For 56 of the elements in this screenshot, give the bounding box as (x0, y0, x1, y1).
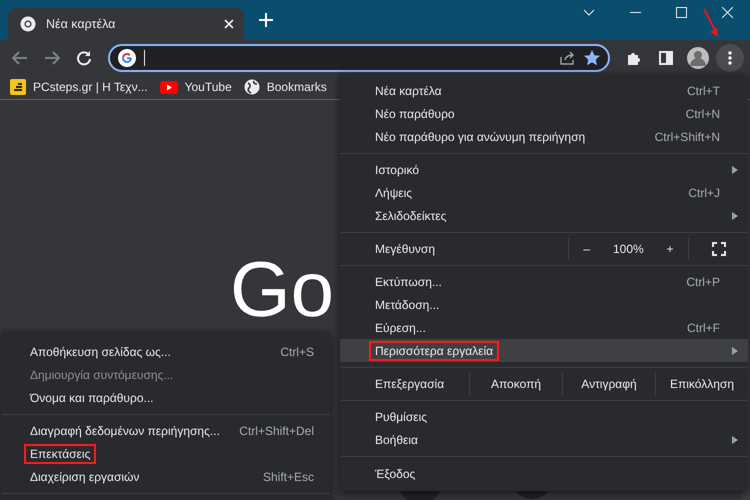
tab-title: Νέα καρτέλα (46, 17, 116, 31)
menu-item[interactable]: Περισσότερα εργαλεία (340, 339, 748, 362)
bookmark[interactable]: PCsteps.gr | Η Τεχν... (10, 79, 148, 95)
menu-item[interactable]: Νέο παράθυρο Ctrl+N (340, 102, 748, 126)
back-icon[interactable] (12, 50, 28, 64)
zoom-level: 100% (612, 242, 644, 256)
close-icon[interactable] (722, 6, 732, 18)
zoom-in-button[interactable]: + (660, 242, 680, 256)
submenu-arrow-icon (732, 436, 738, 444)
edit-button[interactable]: Επικόλληση (655, 372, 748, 395)
menu-item[interactable]: Εύρεση... Ctrl+F (340, 316, 748, 340)
menu-item[interactable]: Αποθήκευση σελίδας ως... Ctrl+S (2, 341, 330, 364)
menu-item[interactable]: Μετάδοση... (340, 294, 748, 316)
share-icon[interactable] (560, 50, 576, 64)
menu-item[interactable]: Λήψεις Ctrl+J (340, 182, 748, 204)
side-panel-icon[interactable] (659, 50, 674, 64)
zoom-out-button[interactable]: – (577, 242, 596, 256)
video-play-icon (160, 80, 178, 94)
fullscreen-icon[interactable] (712, 242, 726, 256)
menu-item[interactable]: Ιστορικό (340, 159, 748, 182)
menu-item[interactable]: Βοήθεια (340, 428, 748, 452)
chevron-down-icon[interactable] (583, 8, 595, 16)
menu-item[interactable]: Ρυθμίσεις (340, 406, 748, 429)
menu-item[interactable]: Σελιδοδείκτες (340, 204, 748, 228)
menu-item[interactable]: Εκτύπωση... Ctrl+P (340, 271, 748, 294)
edit-button[interactable]: Αποκοπή (469, 372, 562, 395)
menu-button[interactable] (716, 44, 744, 72)
puzzle-icon[interactable] (627, 50, 642, 64)
menu-item[interactable]: Όνομα και παράθυρο... (2, 386, 330, 410)
bookmark[interactable]: YouTube (160, 80, 232, 94)
avatar-icon[interactable] (687, 46, 710, 68)
reload-icon[interactable] (76, 50, 92, 66)
menu-item[interactable]: Νέο παράθυρο για ανώνυμη περιήγηση Ctrl+Shift+N (340, 125, 748, 148)
menu-item[interactable]: Έξοδος (340, 462, 748, 485)
google-icon (118, 48, 136, 66)
browser-tab[interactable]: Νέα καρτέλα (8, 8, 244, 40)
menu-item[interactable]: Διαγραφή δεδομένων περιήγησης... Ctrl+Shift+Del (2, 420, 330, 443)
menu-item[interactable]: Διαχείριση εργασιών Shift+Esc (2, 465, 330, 488)
chrome-icon (20, 16, 36, 32)
site-icon (10, 79, 26, 95)
maximize-icon[interactable] (676, 6, 686, 18)
menu-item[interactable]: Επεκτάσεις (2, 442, 330, 466)
edit-button[interactable]: Αντιγραφή (562, 372, 655, 395)
forward-icon[interactable] (44, 50, 60, 64)
submenu-arrow-icon (732, 346, 738, 355)
submenu-arrow-icon (732, 166, 738, 174)
bookmark[interactable]: Bookmarks (244, 79, 327, 95)
logo: Go (230, 250, 334, 328)
address-field[interactable] (108, 44, 610, 72)
submenu-arrow-icon (732, 212, 738, 220)
star-icon[interactable] (584, 50, 600, 66)
close-icon[interactable] (224, 19, 234, 29)
more-icon (728, 50, 732, 64)
menu-item[interactable]: Νέα καρτέλα Ctrl+T (340, 80, 748, 103)
plus-icon[interactable] (259, 13, 273, 27)
globe-icon (244, 79, 260, 95)
